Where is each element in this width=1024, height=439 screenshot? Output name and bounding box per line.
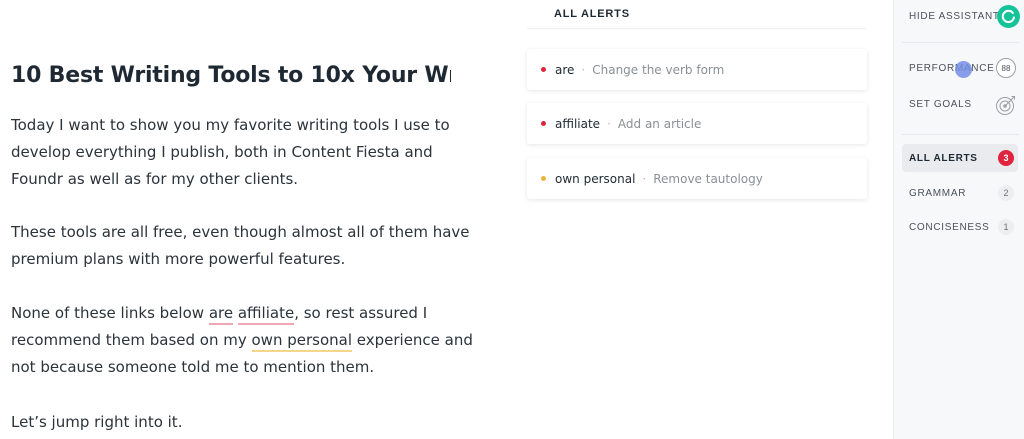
alert-separator: · <box>581 62 586 77</box>
alert-word: are <box>555 62 575 77</box>
alert-count-badge: 3 <box>998 150 1014 166</box>
alert-word: affiliate <box>555 116 601 131</box>
paragraph[interactable]: These tools are all free, even though al… <box>11 219 481 273</box>
severity-dot-icon <box>541 176 546 181</box>
divider <box>902 42 1019 43</box>
category-label: CONCISENESS <box>909 221 990 233</box>
alert-description: Add an article <box>617 116 702 131</box>
alerts-panel: ALL ALERTS are · Change the verb form af… <box>500 0 893 439</box>
severity-dot-icon <box>541 121 546 126</box>
alert-count-badge: 1 <box>998 219 1014 235</box>
performance-score[interactable]: 88 <box>996 58 1016 78</box>
alert-word: own personal <box>555 171 636 186</box>
category-label: ALL ALERTS <box>909 152 978 164</box>
alert-card-are[interactable]: are · Change the verb form <box>527 49 867 90</box>
divider <box>527 28 867 29</box>
editor[interactable]: 10 Best Writing Tools to 10x Your Writi…… <box>0 0 500 439</box>
grammarly-logo-icon[interactable] <box>997 5 1020 28</box>
paragraph[interactable]: Today I want to show you my favorite wri… <box>11 112 481 193</box>
severity-dot-icon <box>541 67 546 72</box>
document-title[interactable]: 10 Best Writing Tools to 10x Your Writi… <box>11 63 451 88</box>
flagged-word-affiliate[interactable]: affiliate <box>237 304 295 325</box>
alert-count-badge: 2 <box>998 185 1014 201</box>
alert-card-affiliate[interactable]: affiliate · Add an article <box>527 103 867 144</box>
alert-separator: · <box>607 116 611 131</box>
cursor-indicator <box>955 61 972 78</box>
flagged-word-are[interactable]: are <box>208 304 234 325</box>
category-grammar[interactable]: GRAMMAR 2 <box>902 179 1018 207</box>
alert-separator: · <box>642 171 647 186</box>
grammarly-g-icon <box>1001 9 1015 24</box>
category-all-alerts[interactable]: ALL ALERTS 3 <box>902 144 1018 172</box>
divider <box>902 134 1019 135</box>
alert-description: Remove tautology <box>653 171 763 186</box>
target-icon[interactable] <box>994 93 1018 117</box>
alert-card-own-personal[interactable]: own personal · Remove tautology <box>527 158 867 199</box>
paragraph[interactable]: None of these links below are affiliate,… <box>11 300 481 381</box>
alerts-header: ALL ALERTS <box>554 8 630 20</box>
paragraph-text: None of these links below <box>11 304 209 322</box>
flagged-phrase-own-personal[interactable]: own personal <box>251 331 352 352</box>
category-label: GRAMMAR <box>909 187 967 199</box>
alert-description: Change the verb form <box>592 62 725 77</box>
category-conciseness[interactable]: CONCISENESS 1 <box>902 213 1018 241</box>
paragraph[interactable]: Let’s jump right into it. <box>11 409 481 436</box>
